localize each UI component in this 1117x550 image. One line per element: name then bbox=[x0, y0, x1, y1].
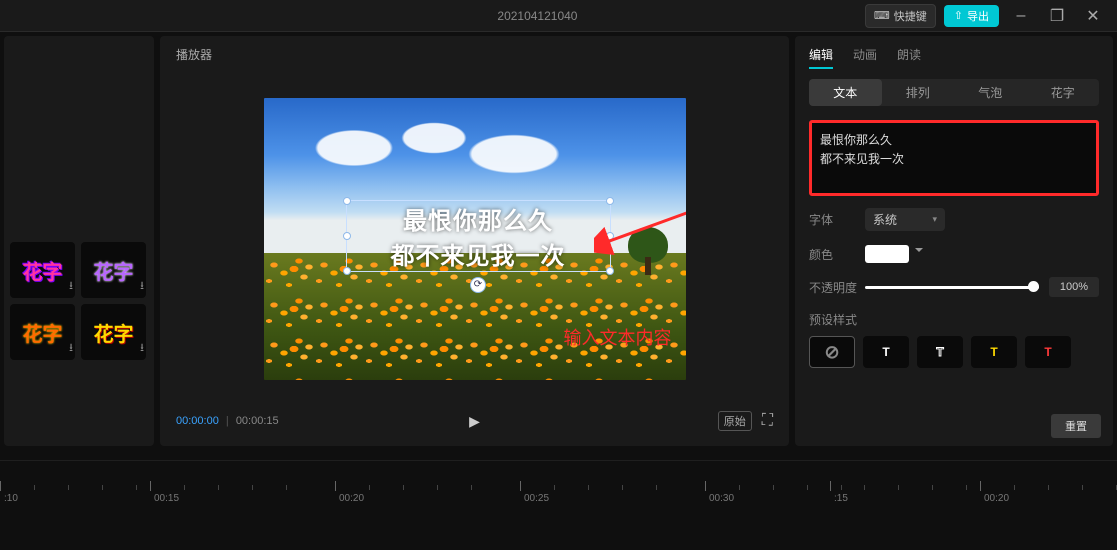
subtab-arrange[interactable]: 排列 bbox=[882, 79, 955, 106]
resize-handle-bl[interactable] bbox=[343, 267, 351, 275]
resize-handle-tl[interactable] bbox=[343, 197, 351, 205]
player-controls: 00:00:00 | 00:00:15 ▶ 原始 ⛶ bbox=[176, 406, 773, 436]
preset-3[interactable]: T bbox=[971, 336, 1017, 368]
font-select[interactable]: 系统 ▾ bbox=[865, 208, 945, 231]
play-button[interactable]: ▶ bbox=[469, 413, 480, 430]
tab-edit[interactable]: 编辑 bbox=[809, 46, 833, 69]
tick-label: 00:15 bbox=[154, 493, 179, 504]
text-input[interactable]: 最恨你那么久 都不来见我一次 bbox=[820, 131, 1088, 185]
tick-label: 00:30 bbox=[709, 493, 734, 504]
subtab-fancy[interactable]: 花字 bbox=[1027, 79, 1100, 106]
tab-anim[interactable]: 动画 bbox=[853, 46, 877, 69]
thumb-style-1[interactable]: 花字⭳ bbox=[10, 242, 75, 298]
font-label: 字体 bbox=[809, 211, 865, 228]
tick-label: 00:20 bbox=[984, 493, 1009, 504]
resize-handle-tr[interactable] bbox=[606, 197, 614, 205]
download-icon: ⭳ bbox=[69, 277, 73, 296]
text-input-highlight: 最恨你那么久 都不来见我一次 bbox=[809, 120, 1099, 196]
color-label: 颜色 bbox=[809, 246, 865, 263]
preset-1[interactable]: T bbox=[863, 336, 909, 368]
fullscreen-icon[interactable]: ⛶ bbox=[762, 412, 773, 430]
slider-thumb[interactable] bbox=[1028, 281, 1039, 292]
thumb-style-3[interactable]: 花字⭳ bbox=[10, 304, 75, 360]
annotation-text: 输入文本内容 bbox=[564, 324, 672, 350]
shortcut-button[interactable]: ⌨ 快捷键 bbox=[865, 4, 936, 28]
close-button[interactable]: ✕ bbox=[1079, 4, 1107, 28]
opacity-label: 不透明度 bbox=[809, 279, 865, 296]
video-frame[interactable]: 最恨你那么久 都不来见我一次 ⟳ 输入文本内容 bbox=[264, 98, 686, 380]
resize-handle-mr[interactable] bbox=[606, 232, 614, 240]
tab-read[interactable]: 朗读 bbox=[897, 46, 921, 69]
keyboard-icon: ⌨ bbox=[874, 9, 890, 22]
minimize-button[interactable]: – bbox=[1007, 4, 1035, 28]
export-icon: ⇧ bbox=[954, 9, 963, 22]
download-icon: ⭳ bbox=[69, 339, 73, 358]
preset-4[interactable]: T bbox=[1025, 336, 1071, 368]
timeline[interactable]: :10 00:15 00:20 00:25 00:30 :15 00:20 bbox=[0, 460, 1117, 550]
current-time: 00:00:00 bbox=[176, 415, 219, 427]
timeline-ruler[interactable]: :10 00:15 00:20 00:25 00:30 :15 00:20 bbox=[0, 481, 1117, 521]
opacity-value[interactable]: 100% bbox=[1049, 277, 1099, 297]
preset-label: 预设样式 bbox=[809, 311, 1099, 328]
color-picker[interactable] bbox=[865, 245, 909, 263]
titlebar: 202104121040 ⌨ 快捷键 ⇧ 导出 – ❐ ✕ bbox=[0, 0, 1117, 32]
tick-label: :10 bbox=[4, 493, 18, 504]
download-icon: ⭳ bbox=[140, 339, 144, 358]
tick-label: :15 bbox=[834, 493, 848, 504]
rotate-handle[interactable]: ⟳ bbox=[470, 277, 486, 293]
opacity-slider[interactable] bbox=[865, 286, 1039, 289]
style-thumbnails-panel: 花字⭳ 花字⭳ 花字⭳ 花字⭳ bbox=[4, 36, 154, 446]
player-title: 播放器 bbox=[176, 46, 773, 63]
text-overlay-box[interactable]: 最恨你那么久 都不来见我一次 ⟳ bbox=[346, 200, 611, 272]
subtab-text[interactable]: 文本 bbox=[809, 79, 882, 106]
project-title: 202104121040 bbox=[497, 9, 577, 23]
resize-handle-br[interactable] bbox=[606, 267, 614, 275]
preset-none[interactable]: ⊘ bbox=[809, 336, 855, 368]
reset-button[interactable]: 重置 bbox=[1051, 414, 1101, 438]
subtab-bubble[interactable]: 气泡 bbox=[954, 79, 1027, 106]
main-area: 花字⭳ 花字⭳ 花字⭳ 花字⭳ 播放器 最恨你那么久 都不来见我一次 bbox=[0, 32, 1117, 450]
tick-label: 00:20 bbox=[339, 493, 364, 504]
resize-handle-ml[interactable] bbox=[343, 232, 351, 240]
ratio-button[interactable]: 原始 bbox=[718, 411, 752, 431]
export-button[interactable]: ⇧ 导出 bbox=[944, 5, 999, 27]
thumb-style-4[interactable]: 花字⭳ bbox=[81, 304, 146, 360]
player-view[interactable]: 最恨你那么久 都不来见我一次 ⟳ 输入文本内容 bbox=[176, 71, 773, 406]
player-panel: 播放器 最恨你那么久 都不来见我一次 ⟳ bbox=[160, 36, 789, 446]
thumb-style-2[interactable]: 花字⭳ bbox=[81, 242, 146, 298]
preset-2[interactable]: T bbox=[917, 336, 963, 368]
properties-panel: 编辑 动画 朗读 文本 排列 气泡 花字 最恨你那么久 都不来见我一次 字体 系… bbox=[795, 36, 1113, 446]
total-time: 00:00:15 bbox=[236, 415, 279, 427]
chevron-down-icon: ▾ bbox=[932, 214, 937, 225]
maximize-button[interactable]: ❐ bbox=[1043, 4, 1071, 28]
download-icon: ⭳ bbox=[140, 277, 144, 296]
tick-label: 00:25 bbox=[524, 493, 549, 504]
